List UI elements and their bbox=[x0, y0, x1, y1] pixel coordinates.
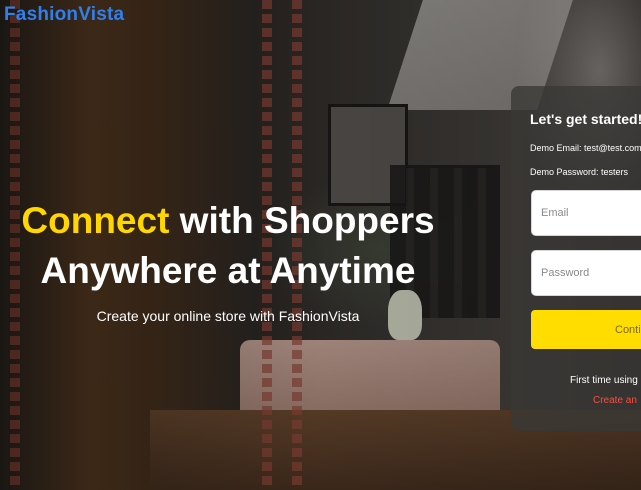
login-page: FashionVista Connect with Shoppers Anywh… bbox=[0, 0, 641, 490]
demo-password-text: Demo Password: testers bbox=[530, 167, 629, 177]
hero-subtitle: Create your online store with FashionVis… bbox=[96, 308, 360, 324]
first-time-text: First time using F bbox=[570, 375, 641, 386]
login-heading: Let's get started! bbox=[530, 111, 641, 127]
continue-button[interactable]: Conti bbox=[531, 310, 641, 349]
hero-title-rest: with Shoppers bbox=[169, 200, 435, 241]
password-input[interactable] bbox=[531, 250, 641, 296]
demo-email-text: Demo Email: test@test.com bbox=[530, 143, 641, 153]
email-input[interactable] bbox=[531, 190, 641, 236]
brand-logo[interactable]: FashionVista bbox=[4, 4, 124, 26]
hero-title: Connect with Shoppers Anywhere at Anytim… bbox=[18, 196, 438, 296]
hero-title-accent: Connect bbox=[21, 200, 170, 241]
create-account-link[interactable]: Create an bbox=[593, 395, 637, 406]
hero-title-line2: Anywhere at Anytime bbox=[40, 250, 416, 291]
hero-section: Connect with Shoppers Anywhere at Anytim… bbox=[18, 196, 438, 324]
login-card: Let's get started! Demo Email: test@test… bbox=[511, 86, 641, 431]
